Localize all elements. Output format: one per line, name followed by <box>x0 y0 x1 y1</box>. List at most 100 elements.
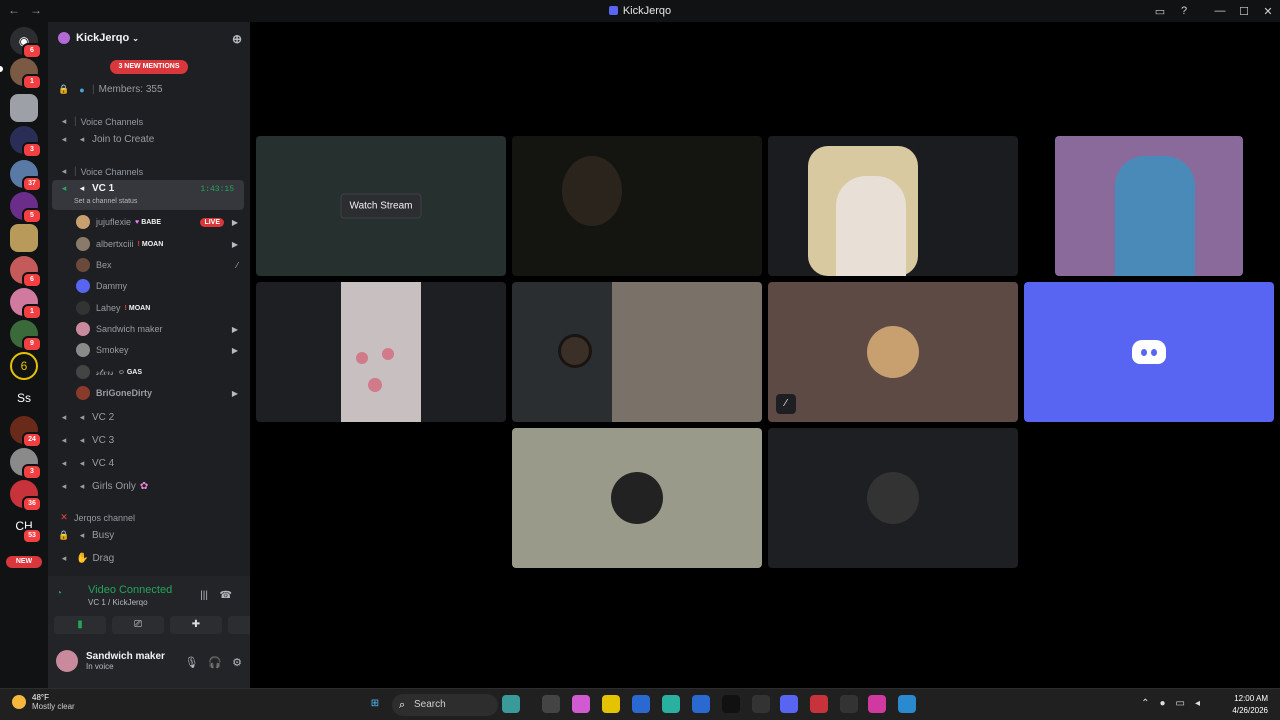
help-icon[interactable]: ? <box>1172 5 1196 17</box>
server-icon-8[interactable]: 1 <box>10 288 42 320</box>
app-icon[interactable] <box>722 695 740 713</box>
server-icon-12[interactable]: 3 <box>10 448 42 480</box>
task-view-icon[interactable] <box>542 695 560 713</box>
video-tile[interactable] <box>512 136 762 276</box>
speaker-icon: ◂ <box>61 134 67 144</box>
headphones-icon[interactable]: 🎧 <box>208 656 222 669</box>
chevron-up-icon[interactable]: ⌃ <box>1141 698 1149 709</box>
server-icon-7[interactable]: 6 <box>10 256 42 288</box>
discord-taskbar-icon[interactable] <box>780 695 798 713</box>
add-user-icon[interactable]: ⊕ <box>232 32 242 46</box>
copilot-icon[interactable] <box>572 695 590 713</box>
members-channel[interactable]: 🔒 ● | Members: 355 <box>58 84 260 95</box>
avatar-tile[interactable]: ⁄ <box>768 282 1018 422</box>
edge-icon[interactable] <box>662 695 680 713</box>
store-icon[interactable] <box>632 695 650 713</box>
flower-icon: ✿ <box>139 481 149 492</box>
category-voice-2[interactable]: ◂ | Voice Channels <box>58 166 260 177</box>
stream-tile[interactable]: Watch Stream <box>256 136 506 276</box>
taskbar-search[interactable]: ⌕ Search <box>392 694 498 716</box>
file-explorer-icon[interactable] <box>602 695 620 713</box>
voice-user[interactable]: BriGoneDirty ▶ <box>76 383 242 403</box>
category-jerqos[interactable]: ✕ Jerqos channel <box>58 512 260 523</box>
microphone-icon[interactable]: 🎙 <box>184 656 198 669</box>
voice-user[interactable]: Dammy <box>76 276 242 296</box>
server-icon-2[interactable] <box>10 94 38 122</box>
voice-location[interactable]: VC 1 / KickJerqo <box>88 598 148 607</box>
avatar-tile[interactable] <box>1024 282 1274 422</box>
weather-widget[interactable]: 48°F Mostly clear <box>12 693 75 711</box>
avatar <box>76 279 90 293</box>
minimize-button[interactable]: — <box>1208 5 1232 17</box>
video-icon: ▶ <box>231 239 238 249</box>
channel-join-to-create[interactable]: ◂ ◂ Join to Create <box>58 134 260 145</box>
new-badge[interactable]: NEW <box>6 556 42 568</box>
inbox-icon[interactable]: ▭ <box>1148 5 1172 18</box>
server-header[interactable]: KickJerqo ⌄ ⊕ <box>48 22 250 54</box>
speaker-icon: ◂ <box>61 116 67 126</box>
voice-user[interactable]: Smokey ▶ <box>76 340 242 360</box>
channel-status[interactable]: Set a channel status <box>74 198 137 205</box>
server-icon-4[interactable]: 37 <box>10 160 42 192</box>
video-tile[interactable] <box>1055 136 1243 276</box>
server-icon-ss[interactable]: Ss <box>10 384 38 412</box>
voice-user[interactable]: albertxciii ! MOAN ▶ <box>76 234 242 254</box>
voice-user[interactable]: jujuflexie ♥ BABE LIVE ▶ <box>76 212 242 232</box>
voice-user[interactable]: Bex ⁄ <box>76 255 242 275</box>
home-discord-icon[interactable]: ◉ 6 <box>10 27 42 59</box>
app-icon[interactable] <box>502 695 520 713</box>
weather-icon <box>12 695 26 709</box>
voice-user[interactable]: Lahey ! MOAN <box>76 298 242 318</box>
voice-user[interactable]: Sandwich maker ▶ <box>76 319 242 339</box>
video-tile[interactable] <box>256 282 506 422</box>
server-icon-9[interactable]: 9 <box>10 320 42 352</box>
clock[interactable]: 12:00 AM 4/26/2026 <box>1232 693 1268 717</box>
server-icon-5[interactable]: 5 <box>10 192 42 224</box>
avatar-tile[interactable] <box>768 428 1018 568</box>
server-icon-6[interactable] <box>10 224 38 252</box>
screen-share-button[interactable]: ⎚ <box>112 616 164 634</box>
app-icon[interactable] <box>898 695 916 713</box>
close-button[interactable]: ✕ <box>1256 5 1280 18</box>
voice-user[interactable]: 𝓈𝓉𝓍𝓇𝓈 ☺ GAS <box>76 362 242 382</box>
channel-vc2[interactable]: ◂ ◂ VC 2 <box>58 412 260 423</box>
app-icon[interactable] <box>752 695 770 713</box>
channel-vc1[interactable]: ◂ ◂ VC 1 1:43:15 Set a channel status <box>52 180 244 210</box>
server-icon-ch[interactable]: CH 53 <box>10 512 42 544</box>
app-icon[interactable] <box>868 695 886 713</box>
volume-icon[interactable]: ◂ <box>1195 698 1200 709</box>
avatar <box>867 472 919 524</box>
app-icon[interactable] <box>692 695 710 713</box>
server-icon-1[interactable]: 1 <box>10 58 42 90</box>
activities-button[interactable]: ✚ <box>170 616 222 634</box>
watch-stream-button[interactable]: Watch Stream <box>340 193 422 219</box>
muted-icon: ⁄ <box>776 394 796 414</box>
server-icon-13[interactable]: 36 <box>10 480 42 512</box>
category-voice-1[interactable]: ◂ | Voice Channels <box>58 116 260 127</box>
maximize-button[interactable]: ☐ <box>1232 5 1256 18</box>
app-icon[interactable] <box>840 695 858 713</box>
voice-panel: ◔ Video Connected VC 1 / KickJerqo ||| ☎… <box>48 576 280 688</box>
settings-gear-icon[interactable]: ⚙ <box>232 656 242 669</box>
microphone-icon[interactable]: ● <box>1159 698 1165 709</box>
video-tile[interactable] <box>512 282 762 422</box>
server-icon-10[interactable]: 6 <box>10 352 38 380</box>
camera-button[interactable]: ▮ <box>54 616 106 634</box>
channel-busy[interactable]: 🔒 ◂ Busy <box>58 530 260 541</box>
video-tile[interactable] <box>768 136 1018 276</box>
noise-icon[interactable]: ||| <box>200 590 208 601</box>
disconnect-icon[interactable]: ☎ <box>220 590 232 601</box>
avatar-tile[interactable] <box>512 428 762 568</box>
channel-vc3[interactable]: ◂ ◂ VC 3 <box>58 435 260 446</box>
network-icon[interactable]: ▭ <box>1176 698 1185 709</box>
channel-drag[interactable]: ◂ ✋ Drag <box>58 553 260 564</box>
channel-vc4[interactable]: ◂ ◂ VC 4 <box>58 458 260 469</box>
start-icon[interactable]: ⊞ <box>366 695 384 713</box>
mentions-banner[interactable]: 3 NEW MENTIONS <box>110 60 188 74</box>
taskbar: 48°F Mostly clear ⊞ ⌕ Search ⌃ ● ▭ ◂ 12:… <box>0 688 1280 720</box>
server-icon-3[interactable]: 3 <box>10 126 42 158</box>
user-panel[interactable]: Sandwich maker In voice <box>56 650 165 672</box>
app-icon[interactable] <box>810 695 828 713</box>
server-icon-11[interactable]: 24 <box>10 416 42 448</box>
channel-girls-only[interactable]: ◂ ◂ Girls Only ✿ <box>58 481 260 492</box>
